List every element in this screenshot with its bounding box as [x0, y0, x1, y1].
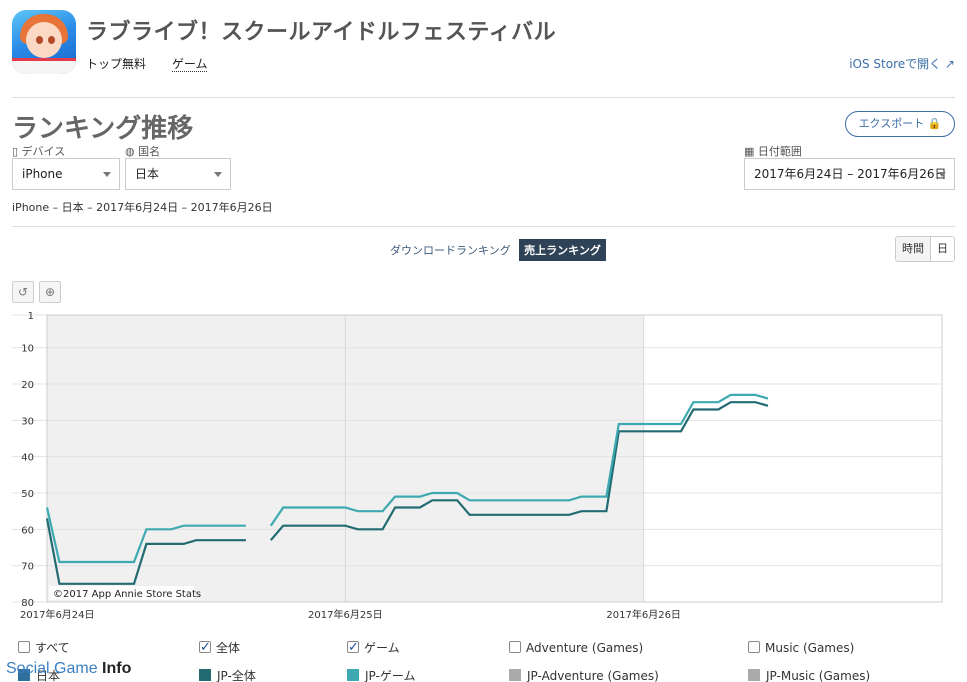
filter-summary: iPhone – 日本 – 2017年6月24日 – 2017年6月26日 [12, 201, 273, 214]
undo-icon: ↺ [17, 285, 29, 299]
legend-series-item[interactable]: JP-全体 [199, 666, 256, 682]
watermark-text-bold: Info [102, 660, 132, 677]
legend-label: JP-全体 [217, 669, 256, 682]
legend-swatch [748, 669, 760, 681]
chevron-down-icon [938, 172, 946, 177]
legend-label: Music (Games) [765, 641, 855, 655]
ranking-chart: 1 10 20 30 40 50 60 70 802017年6月24日 2017年6月25日 201… [12, 311, 943, 621]
y-tick-label: 10 [21, 344, 34, 355]
checkbox[interactable] [509, 641, 521, 653]
divider [12, 97, 955, 98]
watermark: Social Game Info [6, 660, 131, 678]
y-tick-label: 1 [28, 311, 34, 322]
chevron-down-icon [214, 172, 222, 177]
date-range-select[interactable]: 2017年6月24日 – 2017年6月26日 [744, 158, 955, 190]
checkbox[interactable] [347, 638, 359, 658]
device-value: iPhone [22, 167, 63, 181]
character-eye [48, 36, 55, 44]
legend-swatch [199, 669, 211, 681]
app-category: トップ無料 [86, 57, 147, 71]
ios-store-link[interactable]: iOS Storeで開く ↗ [849, 55, 955, 72]
watermark-text: Social Game [6, 660, 103, 677]
y-tick-label: 60 [21, 525, 34, 536]
date-range-label: ▦ 日付範囲 [744, 145, 802, 158]
page-title: ランキング推移 [12, 114, 194, 144]
chevron-down-icon [103, 172, 111, 177]
zoom-icon: ⊕ [44, 285, 56, 299]
granularity-hour-button[interactable]: 時間 [896, 237, 930, 261]
character-ribbon [12, 58, 76, 74]
x-tick-label: 2017年6月26日 [606, 608, 681, 621]
checkbox[interactable] [18, 641, 30, 653]
tab-revenue-ranking[interactable]: 売上ランキング [519, 239, 606, 261]
checkbox[interactable] [748, 641, 760, 653]
character-eye [36, 36, 43, 44]
legend-checkbox-row: すべて 全体 ゲーム Adventure (Games) Music (Games) [0, 638, 967, 660]
granularity-toggle: 時間日 [895, 236, 955, 262]
legend-label: ゲーム [364, 641, 400, 655]
app-icon [12, 10, 76, 74]
legend-series-row: 日本 JP-全体 JP-ゲーム JP-Adventure (Games) JP-Musi… [0, 666, 967, 682]
legend-checkbox-item[interactable]: Music (Games) [748, 638, 854, 658]
y-tick-label: 50 [21, 489, 34, 500]
country-select[interactable]: 日本 [125, 158, 231, 190]
character-face [26, 22, 62, 58]
y-tick-label: 30 [21, 416, 34, 427]
ranking-tabs: ダウンロードランキング 売上ランキング [385, 239, 606, 261]
tab-download-ranking[interactable]: ダウンロードランキング [385, 239, 516, 261]
app-genre-link[interactable]: ゲーム [171, 57, 208, 72]
legend-swatch [509, 669, 521, 681]
device-label: ▯ デバイス [12, 145, 66, 158]
legend-label: JP-Music (Games) [766, 669, 871, 682]
granularity-day-button[interactable]: 日 [930, 237, 954, 261]
reset-zoom-button[interactable]: ↺ [12, 281, 34, 303]
legend-series-item[interactable]: JP-Music (Games) [748, 666, 870, 682]
device-select[interactable]: iPhone [12, 158, 120, 190]
legend-checkbox-item[interactable]: Adventure (Games) [509, 638, 643, 658]
app-title: ラブライブ！スクールアイドルフェスティバル [86, 20, 557, 45]
checkbox[interactable] [199, 638, 211, 658]
legend-label: 全体 [216, 641, 241, 655]
legend-checkbox-item[interactable]: 全体 [199, 638, 240, 658]
legend-swatch [347, 669, 359, 681]
legend-checkbox-item[interactable]: ゲーム [347, 638, 400, 658]
country-value: 日本 [135, 167, 160, 181]
export-button[interactable]: エクスポート 🔒 [845, 111, 955, 137]
legend-series-item[interactable]: JP-ゲーム [347, 666, 415, 682]
x-tick-label: 2017年6月24日 [20, 608, 95, 621]
y-tick-label: 80 [21, 598, 34, 609]
app-meta: トップ無料 ゲーム [86, 55, 229, 72]
y-tick-label: 20 [21, 380, 34, 391]
legend-label: JP-ゲーム [365, 669, 416, 682]
country-label: ◍ 国名 [125, 145, 161, 158]
legend-series-item[interactable]: JP-Adventure (Games) [509, 666, 659, 682]
divider [12, 226, 955, 227]
legend-checkbox-item[interactable]: すべて [18, 638, 70, 658]
chart-credit: ©2017 App Annie Store Stats [53, 589, 201, 600]
legend-label: すべて [35, 641, 70, 655]
zoom-button[interactable]: ⊕ [39, 281, 61, 303]
date-range-value: 2017年6月24日 – 2017年6月26日 [754, 167, 947, 181]
y-tick-label: 40 [21, 453, 34, 464]
legend-label: Adventure (Games) [526, 641, 644, 655]
x-tick-label: 2017年6月25日 [308, 608, 383, 621]
y-tick-label: 70 [21, 562, 34, 573]
legend-label: JP-Adventure (Games) [527, 669, 659, 682]
